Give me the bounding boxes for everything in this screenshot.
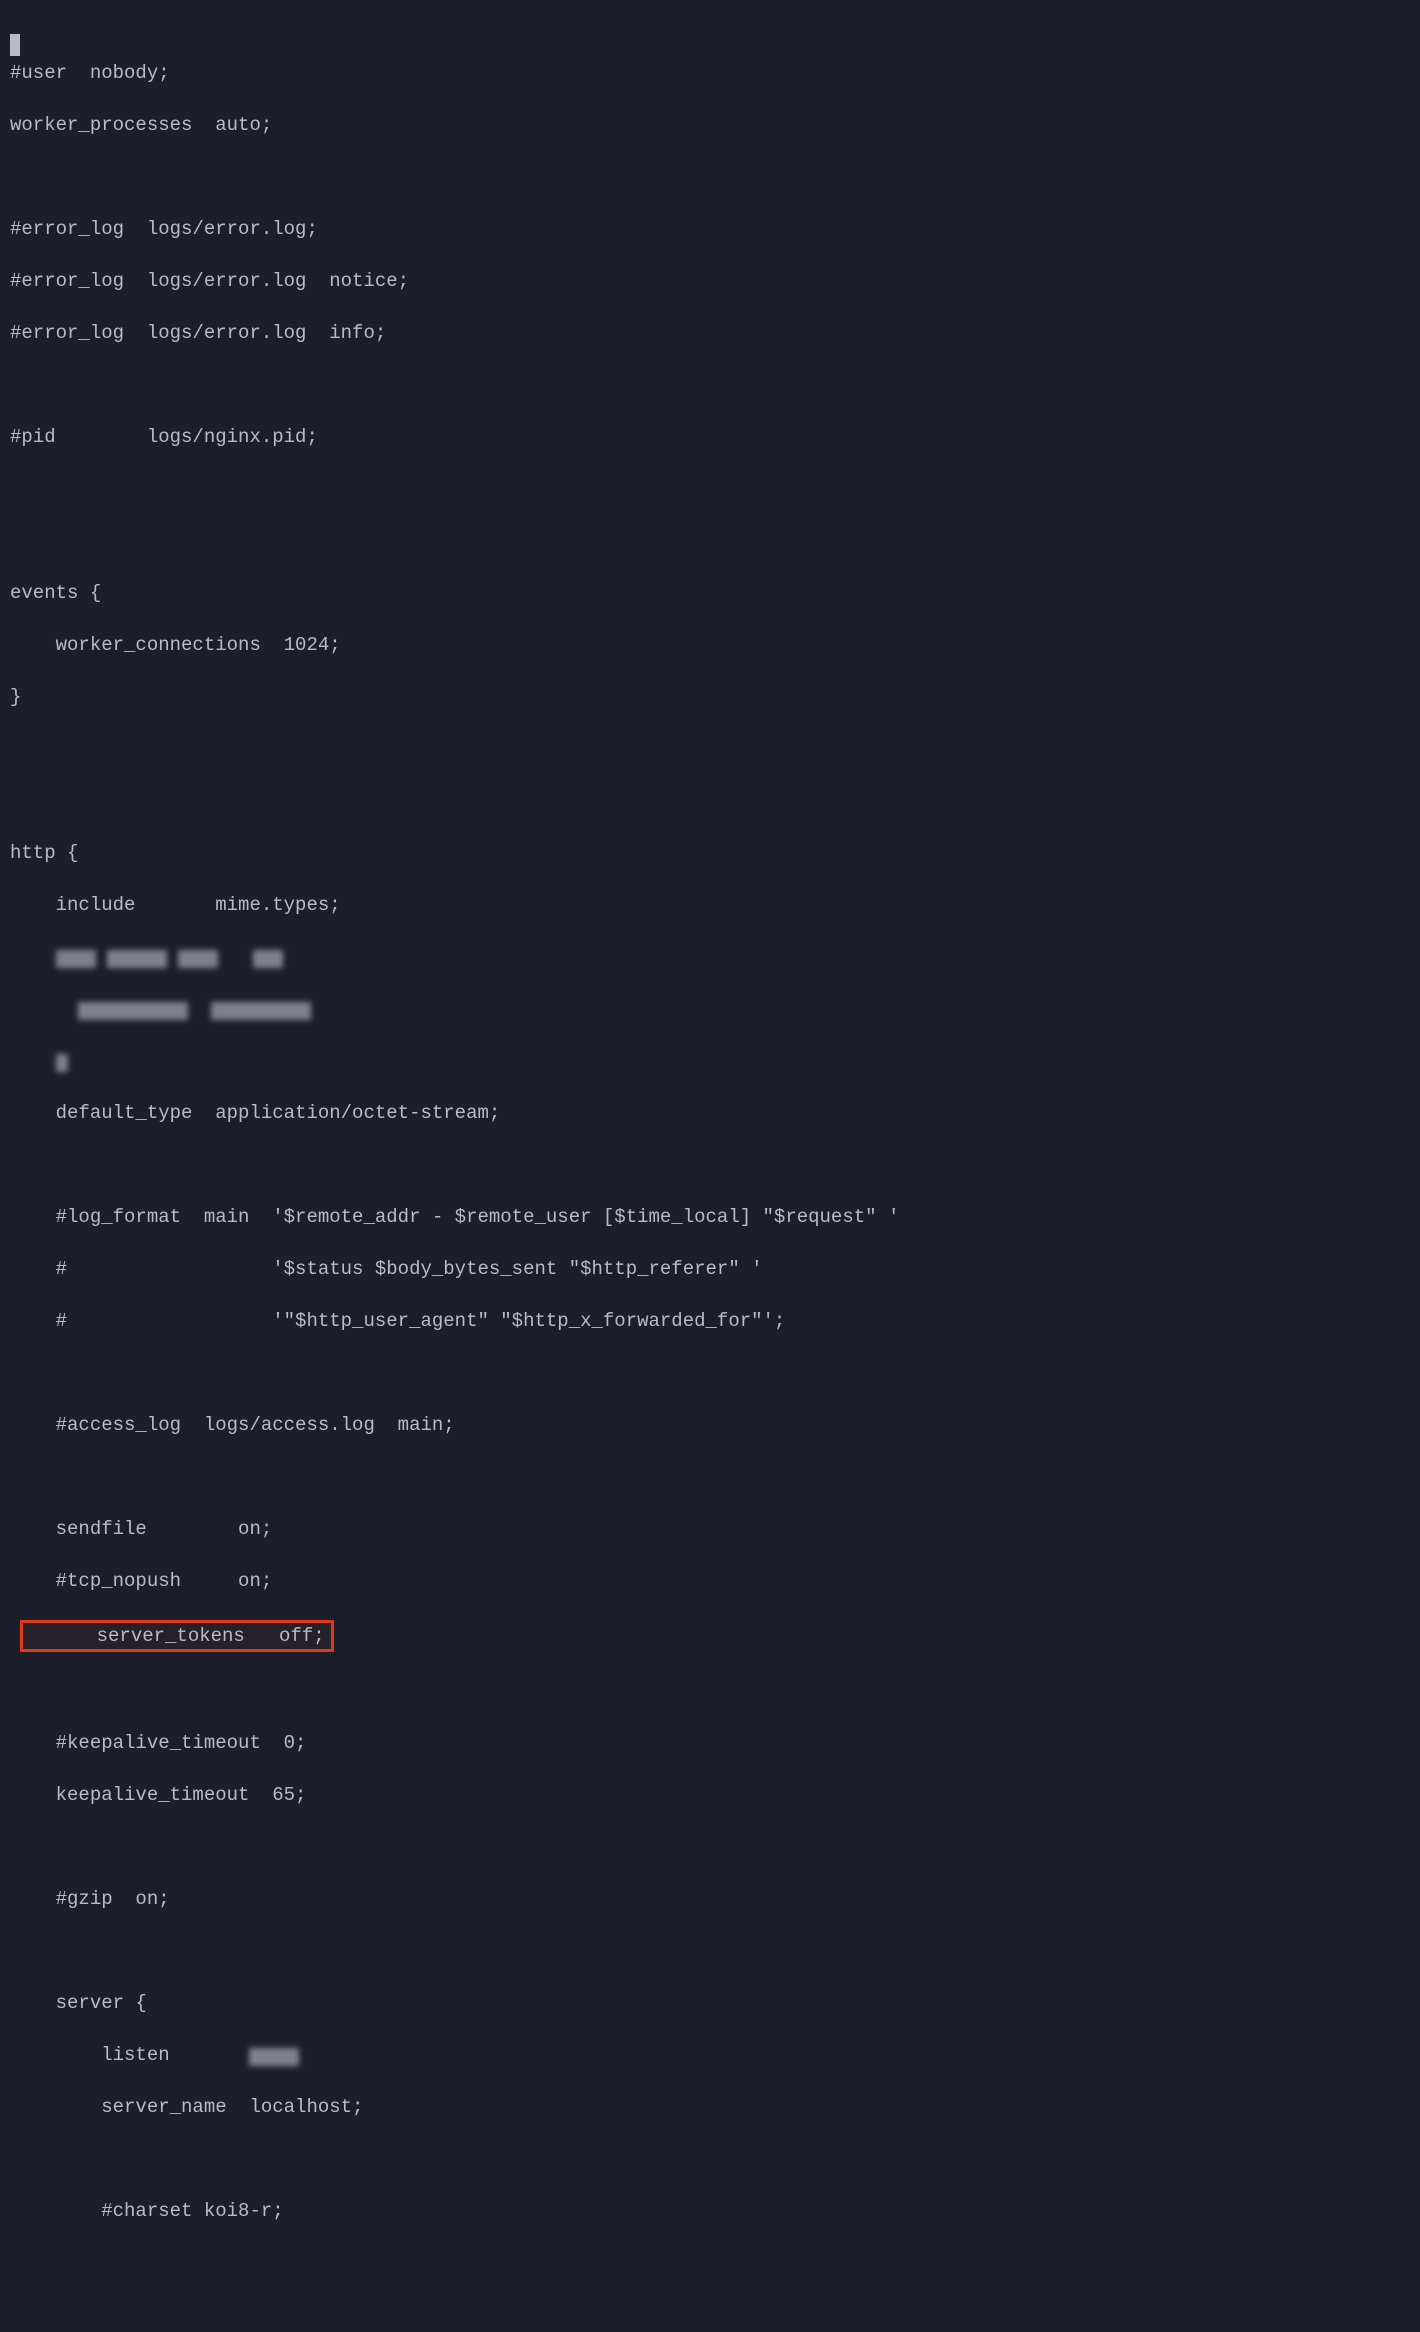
- code-line: [10, 1152, 1410, 1178]
- code-line: # '"$http_user_agent" "$http_x_forwarded…: [10, 1308, 1410, 1334]
- code-line: #error_log logs/error.log;: [10, 216, 1410, 242]
- code-line: [10, 372, 1410, 398]
- code-line: sendfile on;: [10, 1516, 1410, 1542]
- code-line: [10, 1360, 1410, 1386]
- code-line: #tcp_nopush on;: [10, 1568, 1410, 1594]
- code-line: [10, 2250, 1410, 2276]
- text-cursor: [10, 34, 20, 56]
- code-line: http {: [10, 840, 1410, 866]
- highlighted-line: server_tokens off;: [10, 1620, 1410, 1652]
- code-line: [10, 476, 1410, 502]
- code-line: events {: [10, 580, 1410, 606]
- code-line: default_type application/octet-stream;: [10, 1100, 1410, 1126]
- code-line: [10, 1938, 1410, 1964]
- redacted-segment: [249, 2048, 299, 2066]
- code-line: worker_connections 1024;: [10, 632, 1410, 658]
- code-line: [10, 1678, 1410, 1704]
- code-line: include mime.types;: [10, 892, 1410, 918]
- code-editor[interactable]: #user nobody; worker_processes auto; #er…: [0, 0, 1420, 2332]
- highlight-box: server_tokens off;: [20, 1620, 334, 1652]
- code-line: #pid logs/nginx.pid;: [10, 424, 1410, 450]
- code-line: [10, 2146, 1410, 2172]
- code-line: worker_processes auto;: [10, 112, 1410, 138]
- code-line: [10, 736, 1410, 762]
- code-segment: listen: [10, 2044, 249, 2066]
- code-line: [10, 528, 1410, 554]
- code-line: [10, 788, 1410, 814]
- code-line: [10, 1834, 1410, 1860]
- code-line: [10, 1464, 1410, 1490]
- code-line: # '$status $body_bytes_sent "$http_refer…: [10, 1256, 1410, 1282]
- redacted-line: [10, 944, 1410, 970]
- code-line: server_name localhost;: [10, 2094, 1410, 2120]
- code-line: #log_format main '$remote_addr - $remote…: [10, 1204, 1410, 1230]
- code-line: #access_log logs/access.log main;: [10, 1412, 1410, 1438]
- code-line: [10, 164, 1410, 190]
- code-line: #error_log logs/error.log notice;: [10, 268, 1410, 294]
- redacted-line: [10, 996, 1410, 1022]
- code-line: listen: [10, 2042, 1410, 2068]
- code-line: #keepalive_timeout 0;: [10, 1730, 1410, 1756]
- code-line: server {: [10, 1990, 1410, 2016]
- code-line: #charset koi8-r;: [10, 2198, 1410, 2224]
- redacted-line: [10, 1048, 1410, 1074]
- code-line: }: [10, 684, 1410, 710]
- code-line: #error_log logs/error.log info;: [10, 320, 1410, 346]
- code-line: #user nobody;: [10, 60, 1410, 86]
- code-line: #gzip on;: [10, 1886, 1410, 1912]
- code-line: keepalive_timeout 65;: [10, 1782, 1410, 1808]
